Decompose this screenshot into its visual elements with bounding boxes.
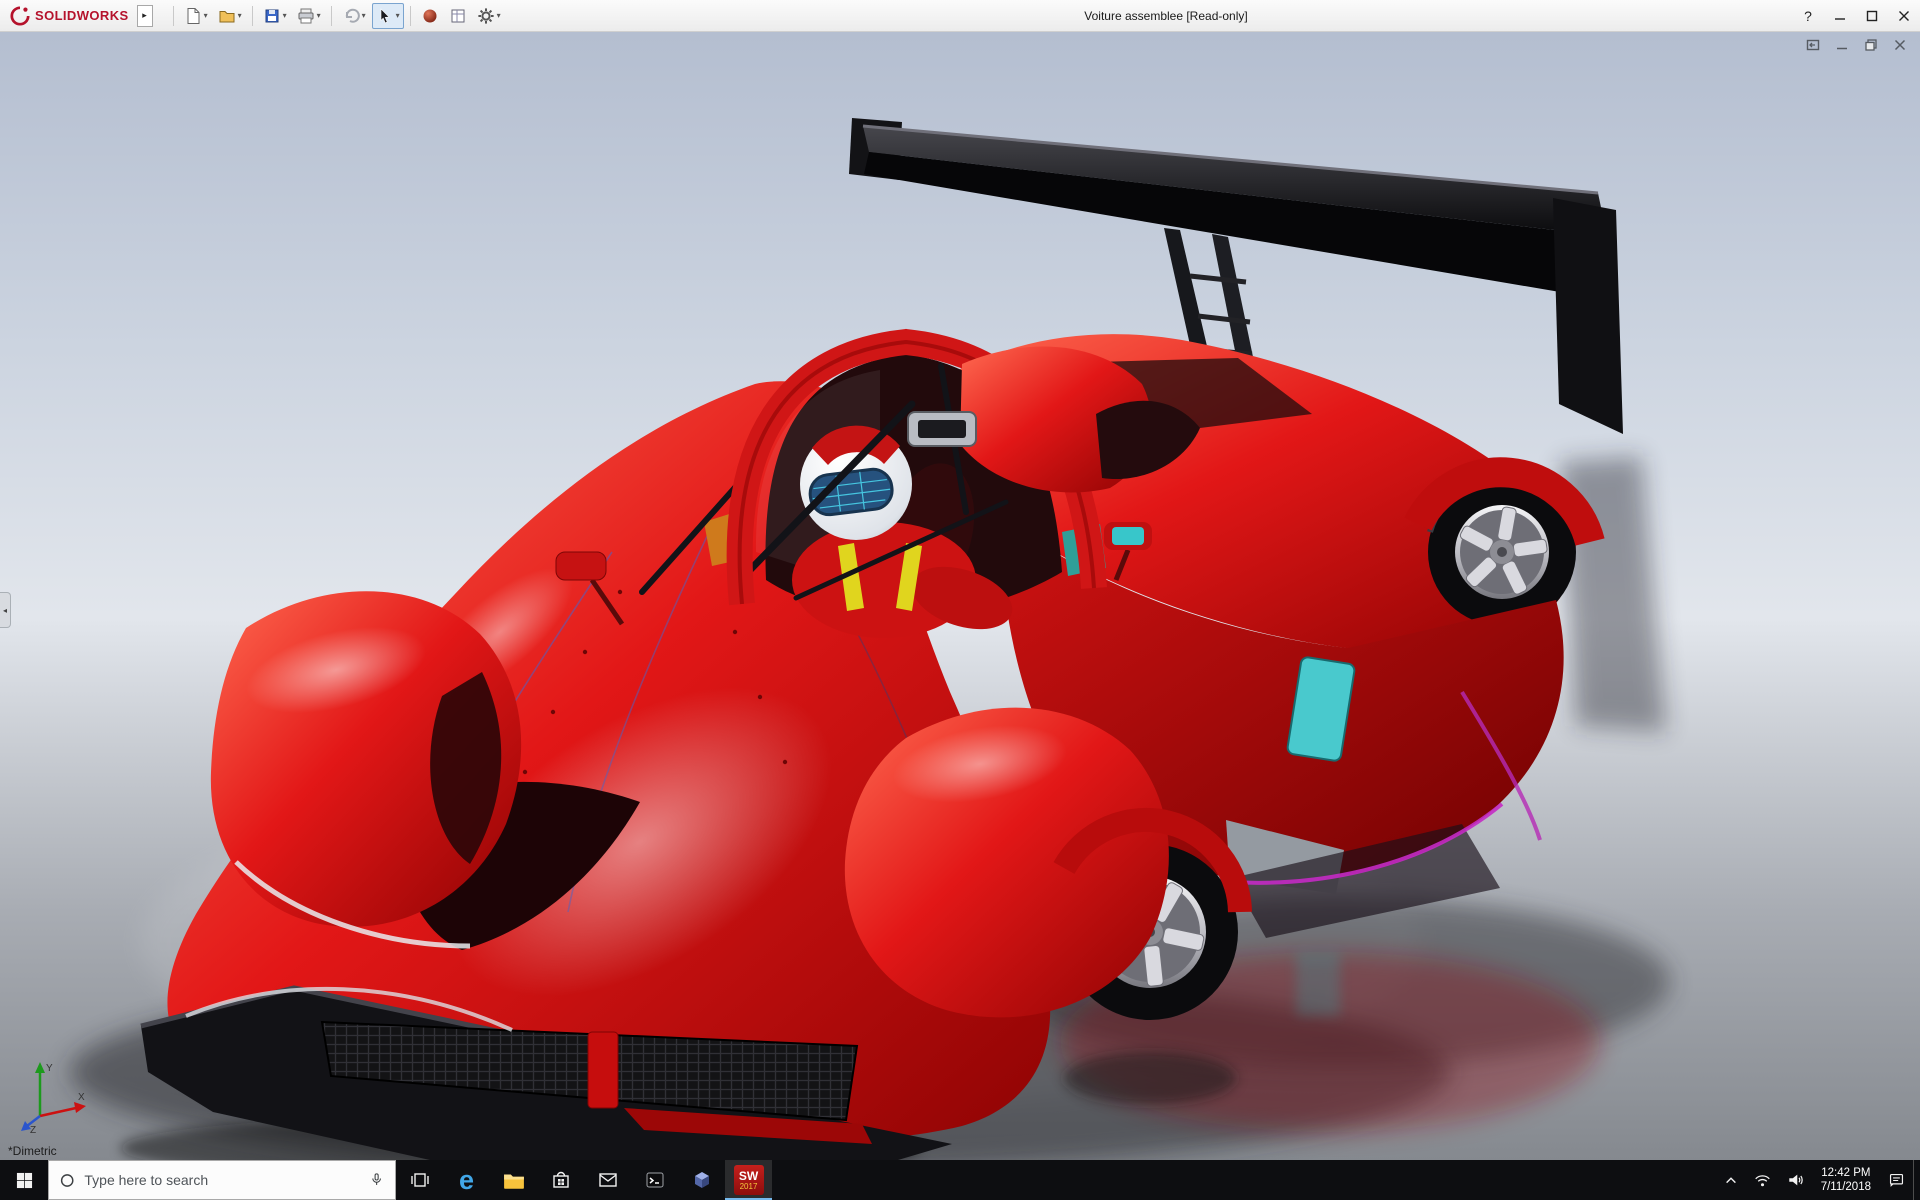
dropdown-caret-icon[interactable]: ▾ [396, 11, 400, 20]
solidworks-window: SOLIDWORKS ▸ ▾ ▾ ▾ ▾ ▾ ▾ ▾ Voiture assem… [0, 0, 1920, 1200]
feature-panel-collapse-tab[interactable]: ◂ [0, 592, 11, 628]
close-button[interactable] [1888, 0, 1920, 31]
minimize-icon [1837, 47, 1847, 50]
dropdown-caret-icon[interactable]: ▾ [497, 11, 501, 20]
dropdown-caret-icon[interactable]: ▾ [362, 11, 366, 20]
cube-app-button[interactable] [678, 1160, 725, 1200]
tray-time: 12:42 PM [1821, 1167, 1871, 1179]
cortana-circle-icon [60, 1173, 74, 1187]
file-explorer-button[interactable] [490, 1160, 537, 1200]
task-view-icon [410, 1173, 429, 1187]
dropdown-caret-icon[interactable]: ▾ [317, 11, 321, 20]
minimize-button[interactable] [1824, 0, 1856, 31]
volume-icon [1788, 1174, 1803, 1186]
action-center-button[interactable] [1880, 1160, 1913, 1200]
mail-icon [598, 1173, 617, 1187]
store-button[interactable] [537, 1160, 584, 1200]
volume-button[interactable] [1779, 1160, 1812, 1200]
tray-overflow-button[interactable] [1716, 1160, 1746, 1200]
minimize-icon [1835, 17, 1845, 20]
window-controls: ? [1792, 0, 1920, 31]
print-button[interactable]: ▾ [293, 3, 325, 29]
standard-toolbar: ▾ ▾ ▾ ▾ ▾ ▾ ▾ [169, 2, 505, 29]
toolbar-separator [409, 5, 411, 26]
open-document-button[interactable]: ▾ [214, 3, 246, 29]
help-button[interactable]: ? [1792, 0, 1824, 31]
appearance-button[interactable] [417, 3, 443, 29]
edge-icon: e [458, 1164, 475, 1195]
doc-minimize-button[interactable] [1834, 37, 1850, 53]
options-button[interactable]: ▾ [473, 3, 505, 29]
select-cursor-icon [380, 7, 390, 23]
start-button[interactable] [0, 1160, 48, 1200]
brand-text: SOLIDWORKS [35, 8, 129, 23]
microphone-icon[interactable] [369, 1171, 384, 1189]
command-prompt-icon [646, 1172, 663, 1188]
graphics-viewport[interactable]: ◂ Y X Z *Dimetric [0, 32, 1920, 1160]
restore-icon [1865, 39, 1877, 51]
tow-post [587, 1031, 619, 1109]
solidworks-taskbar-button[interactable]: SW 2017 [725, 1160, 772, 1200]
toolbar-separator [172, 5, 174, 26]
print-icon [298, 8, 314, 23]
save-floppy-icon [265, 9, 279, 22]
windows-logo-icon [16, 1172, 32, 1188]
taskbar-search[interactable] [48, 1160, 396, 1200]
triad-z-label: Z [30, 1125, 36, 1134]
triad-y-label: Y [46, 1063, 53, 1074]
network-button[interactable] [1746, 1160, 1779, 1200]
solidworks-swirl-icon [10, 5, 30, 26]
view-orientation-label: *Dimetric [8, 1144, 57, 1158]
doc-restore-button[interactable] [1863, 37, 1879, 53]
toolbar-separator [251, 5, 253, 26]
triad-x-label: X [78, 1092, 85, 1103]
undo-button[interactable]: ▾ [338, 3, 370, 29]
dropdown-caret-icon[interactable]: ▾ [283, 11, 287, 20]
show-desktop-button[interactable] [1913, 1160, 1920, 1200]
dropdown-caret-icon[interactable]: ▾ [204, 11, 208, 20]
cube-icon [694, 1172, 709, 1188]
doc-close-button[interactable] [1892, 37, 1908, 53]
toolbar-flyout-button[interactable]: ▸ [136, 4, 153, 27]
sheet-table-icon [451, 9, 465, 22]
file-explorer-icon [503, 1174, 524, 1189]
solidworks-2017-icon: SW 2017 [733, 1165, 764, 1195]
document-window-controls [1805, 37, 1908, 53]
document-title: Voiture assemblee [Read-only] [1084, 8, 1248, 23]
action-center-icon [1889, 1173, 1904, 1187]
close-icon [1899, 10, 1909, 21]
appearance-sphere-icon [423, 9, 437, 22]
search-input[interactable] [84, 1172, 359, 1188]
new-document-icon [187, 7, 200, 24]
chevron-up-icon [1725, 1177, 1736, 1184]
store-icon [552, 1171, 569, 1188]
solidworks-logo: SOLIDWORKS [0, 5, 135, 26]
open-folder-icon [219, 10, 235, 22]
gear-icon [478, 7, 494, 24]
orientation-triad: Y X Z [21, 1062, 86, 1134]
mail-button[interactable] [584, 1160, 631, 1200]
maximize-button[interactable] [1856, 0, 1888, 31]
save-button[interactable]: ▾ [259, 3, 291, 29]
edge-button[interactable]: e [443, 1160, 490, 1200]
clock[interactable]: 12:42 PM 7/11/2018 [1812, 1160, 1880, 1200]
titlebar: SOLIDWORKS ▸ ▾ ▾ ▾ ▾ ▾ ▾ ▾ Voiture assem… [0, 0, 1920, 32]
windows-taskbar: e [0, 1160, 1920, 1200]
viewport-canvas[interactable] [0, 32, 1920, 1160]
tray-date: 7/11/2018 [1820, 1181, 1871, 1193]
undo-icon [345, 8, 360, 23]
system-tray: 12:42 PM 7/11/2018 [1716, 1160, 1920, 1200]
select-tool-button[interactable]: ▾ [371, 2, 404, 29]
sheet-properties-button[interactable] [445, 3, 471, 29]
maximize-icon [1866, 10, 1878, 21]
dock-icon [1806, 39, 1820, 51]
dock-window-button[interactable] [1805, 37, 1821, 53]
close-icon [1894, 39, 1906, 51]
command-prompt-button[interactable] [631, 1160, 678, 1200]
toolbar-separator [330, 5, 332, 26]
network-wifi-icon [1754, 1174, 1770, 1186]
new-document-button[interactable]: ▾ [180, 3, 212, 29]
task-view-button[interactable] [396, 1160, 443, 1200]
dropdown-caret-icon[interactable]: ▾ [238, 11, 242, 20]
